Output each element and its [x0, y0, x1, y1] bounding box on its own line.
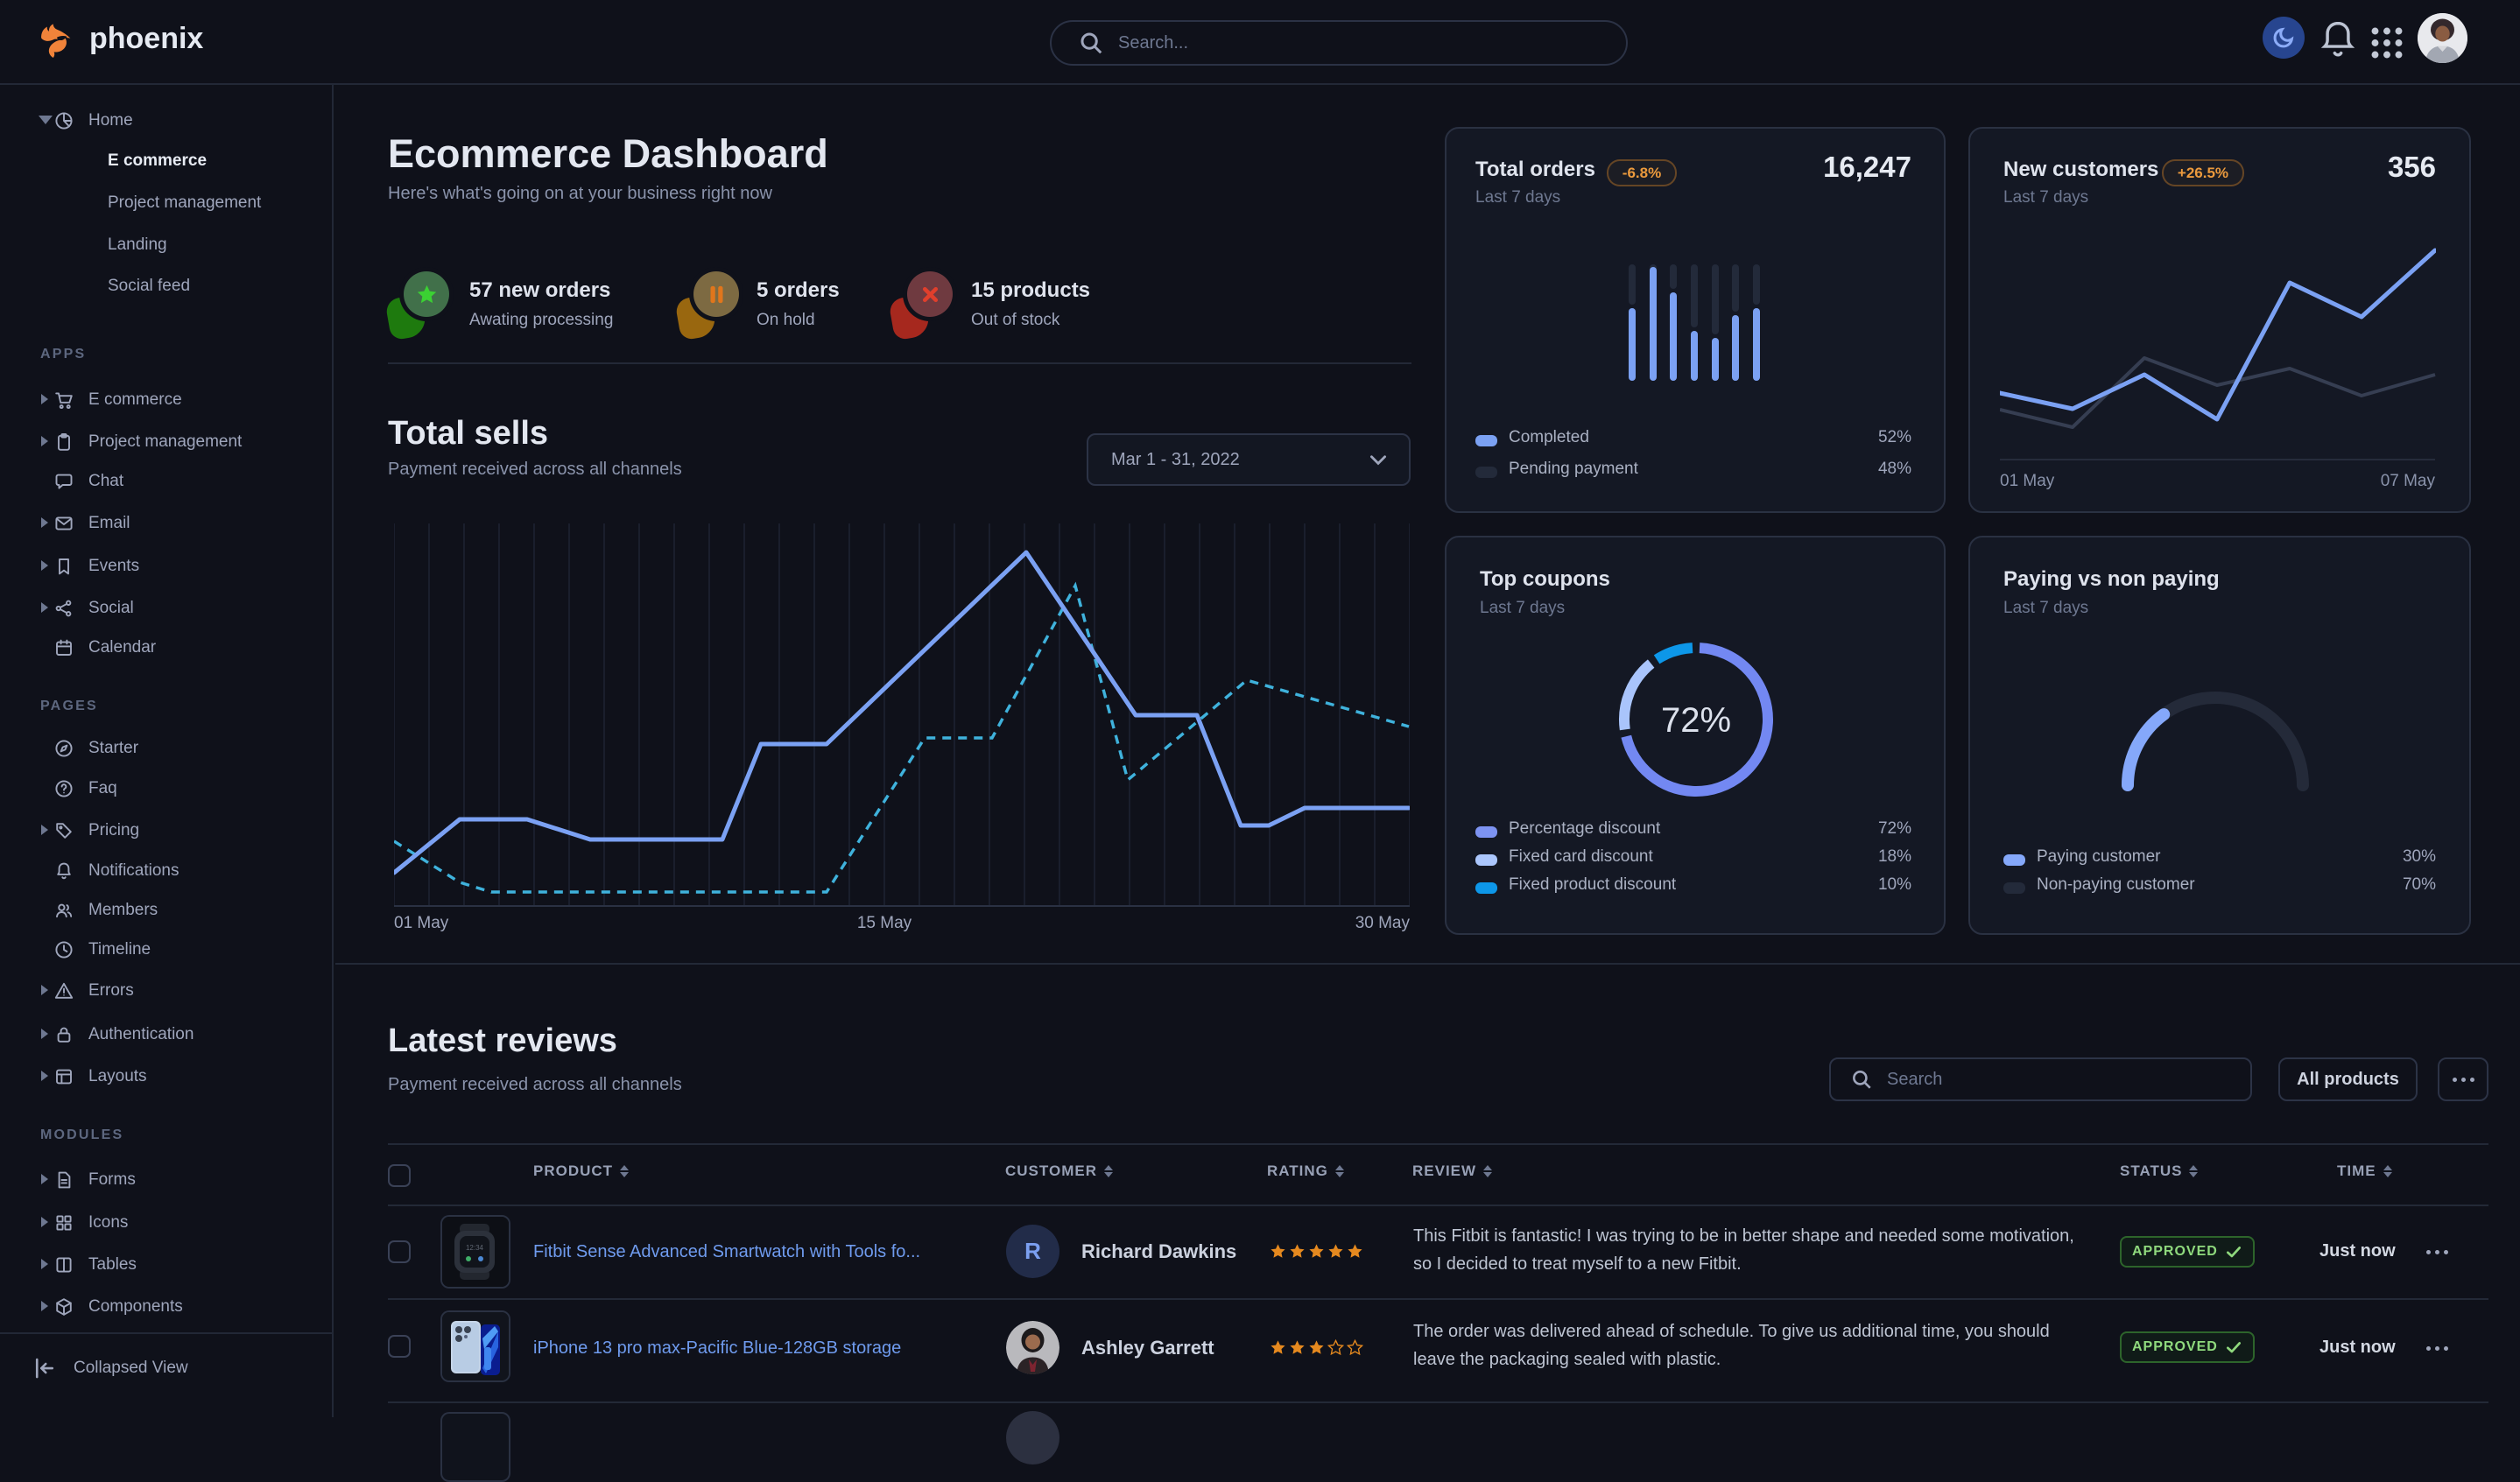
svg-text:72%: 72%	[1661, 701, 1731, 740]
svg-text:15 May: 15 May	[857, 914, 912, 932]
svg-text:01 May: 01 May	[394, 914, 449, 932]
svg-text:01 May: 01 May	[2000, 472, 2055, 490]
svg-text:30 May: 30 May	[1355, 914, 1410, 932]
svg-text:07 May: 07 May	[2381, 472, 2436, 490]
svg-text:12:34: 12:34	[466, 1244, 484, 1252]
